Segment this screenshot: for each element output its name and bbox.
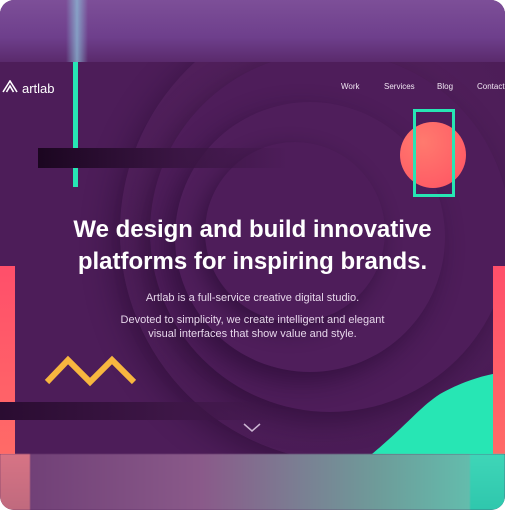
teal-bar-decoration bbox=[73, 62, 78, 187]
bottom-blurred-band bbox=[0, 454, 505, 510]
headline-line-2: platforms for inspiring brands. bbox=[77, 248, 428, 275]
headline-line-1: We design and build innovative bbox=[73, 216, 432, 243]
teal-rectangle-decoration bbox=[413, 109, 455, 197]
right-coral-bar-decoration bbox=[493, 266, 505, 454]
teal-glow-decoration bbox=[66, 0, 88, 62]
main-nav: Work Services Blog Contact bbox=[0, 82, 505, 96]
left-coral-bar-decoration bbox=[0, 266, 15, 454]
top-blurred-band bbox=[0, 0, 505, 62]
hero-description-line-2: visual interfaces that show value and st… bbox=[148, 328, 357, 340]
chevron-down-icon[interactable] bbox=[242, 420, 262, 438]
lower-stripe-decoration bbox=[0, 402, 280, 420]
hero-headline: We design and build innovative platforms… bbox=[0, 214, 505, 278]
nav-item-contact[interactable]: Contact bbox=[477, 82, 505, 91]
dark-stripe-decoration bbox=[38, 148, 288, 168]
nav-item-blog[interactable]: Blog bbox=[437, 82, 453, 91]
nav-item-services[interactable]: Services bbox=[384, 82, 415, 91]
screenshot-frame: artlab Work Services Blog Contact We des… bbox=[0, 0, 505, 510]
hero-tagline: Artlab is a full-service creative digita… bbox=[145, 292, 360, 304]
bottom-right-teal-blur bbox=[470, 454, 505, 510]
hero-description-line-1: Devoted to simplicity, we create intelli… bbox=[120, 314, 385, 326]
nav-item-work[interactable]: Work bbox=[341, 82, 360, 91]
bottom-left-coral-blur bbox=[0, 454, 30, 510]
hero-section: artlab Work Services Blog Contact We des… bbox=[0, 62, 505, 454]
zigzag-decoration bbox=[44, 355, 137, 387]
